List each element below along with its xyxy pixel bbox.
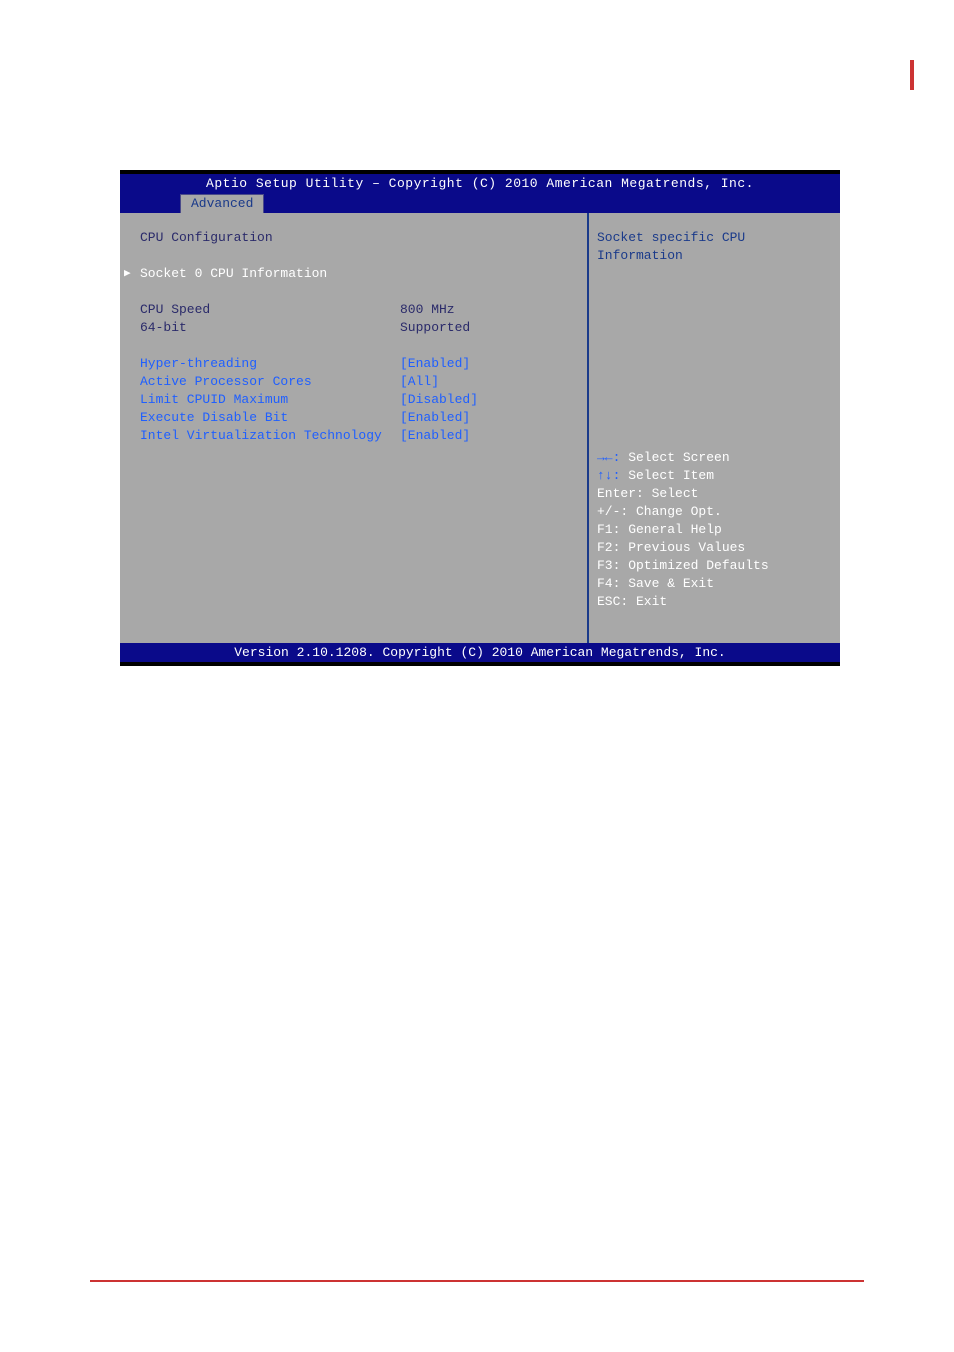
footer-text: Version 2.10.1208. Copyright (C) 2010 Am…	[234, 645, 725, 660]
option-label: Limit CPUID Maximum	[140, 391, 400, 409]
info-label: CPU Speed	[140, 301, 400, 319]
key-arrows-ud-icon: ↑↓:	[597, 468, 620, 483]
option-label: Active Processor Cores	[140, 373, 400, 391]
submenu-row[interactable]: ▶ Socket 0 CPU Information	[120, 265, 587, 283]
page: Aptio Setup Utility – Copyright (C) 2010…	[0, 0, 954, 1352]
tab-advanced[interactable]: Advanced	[180, 194, 264, 213]
spacer	[120, 247, 587, 265]
help-select-screen: →←: Select Screen	[597, 449, 832, 467]
help-keys: →←: Select Screen ↑↓: Select Item Enter:…	[597, 449, 832, 611]
bios-window: Aptio Setup Utility – Copyright (C) 2010…	[120, 170, 840, 666]
window-title: Aptio Setup Utility – Copyright (C) 2010…	[206, 176, 754, 191]
submenu-arrow-icon: ▶	[124, 265, 131, 283]
help-f4: F4: Save & Exit	[597, 575, 832, 593]
key-arrows-lr-icon: →←:	[597, 450, 620, 465]
title-bar: Aptio Setup Utility – Copyright (C) 2010…	[120, 174, 840, 193]
main-panel: CPU Configuration ▶ Socket 0 CPU Informa…	[120, 213, 589, 643]
option-value: [Disabled]	[400, 391, 478, 409]
info-value: Supported	[400, 319, 470, 337]
info-value: 800 MHz	[400, 301, 455, 319]
option-label: Execute Disable Bit	[140, 409, 400, 427]
help-change: +/-: Change Opt.	[597, 503, 832, 521]
help-esc: ESC: Exit	[597, 593, 832, 611]
help-f3: F3: Optimized Defaults	[597, 557, 832, 575]
help-label: Select Item	[620, 468, 714, 483]
option-row-virtualization[interactable]: Intel Virtualization Technology [Enabled…	[120, 427, 587, 445]
spacer	[120, 283, 587, 301]
info-label: 64-bit	[140, 319, 400, 337]
spacer	[120, 337, 587, 355]
option-value: [Enabled]	[400, 427, 470, 445]
option-label: Intel Virtualization Technology	[140, 427, 400, 445]
help-enter: Enter: Select	[597, 485, 832, 503]
option-row-hyperthreading[interactable]: Hyper-threading [Enabled]	[120, 355, 587, 373]
help-select-item: ↑↓: Select Item	[597, 467, 832, 485]
page-footer-divider	[90, 1280, 864, 1282]
option-value: [Enabled]	[400, 409, 470, 427]
option-row-active-cores[interactable]: Active Processor Cores [All]	[120, 373, 587, 391]
section-title: CPU Configuration	[140, 229, 400, 247]
side-panel: Socket specific CPU Information →←: Sele…	[589, 213, 840, 643]
footer-bar: Version 2.10.1208. Copyright (C) 2010 Am…	[120, 643, 840, 662]
help-f1: F1: General Help	[597, 521, 832, 539]
help-label: Select Screen	[620, 450, 729, 465]
option-row-execute-disable[interactable]: Execute Disable Bit [Enabled]	[120, 409, 587, 427]
option-value: [All]	[400, 373, 439, 391]
option-label: Hyper-threading	[140, 355, 400, 373]
help-text-content: Socket specific CPU Information	[597, 230, 745, 263]
page-margin-mark	[910, 60, 914, 90]
option-row-limit-cpuid[interactable]: Limit CPUID Maximum [Disabled]	[120, 391, 587, 409]
tab-label: Advanced	[191, 196, 253, 211]
info-row: 64-bit Supported	[120, 319, 587, 337]
submenu-label: Socket 0 CPU Information	[140, 265, 400, 283]
option-value: [Enabled]	[400, 355, 470, 373]
section-title-row: CPU Configuration	[120, 229, 587, 247]
info-row: CPU Speed 800 MHz	[120, 301, 587, 319]
tab-bar: Advanced	[120, 193, 840, 213]
help-text: Socket specific CPU Information	[597, 229, 832, 449]
help-f2: F2: Previous Values	[597, 539, 832, 557]
body-area: CPU Configuration ▶ Socket 0 CPU Informa…	[120, 213, 840, 643]
